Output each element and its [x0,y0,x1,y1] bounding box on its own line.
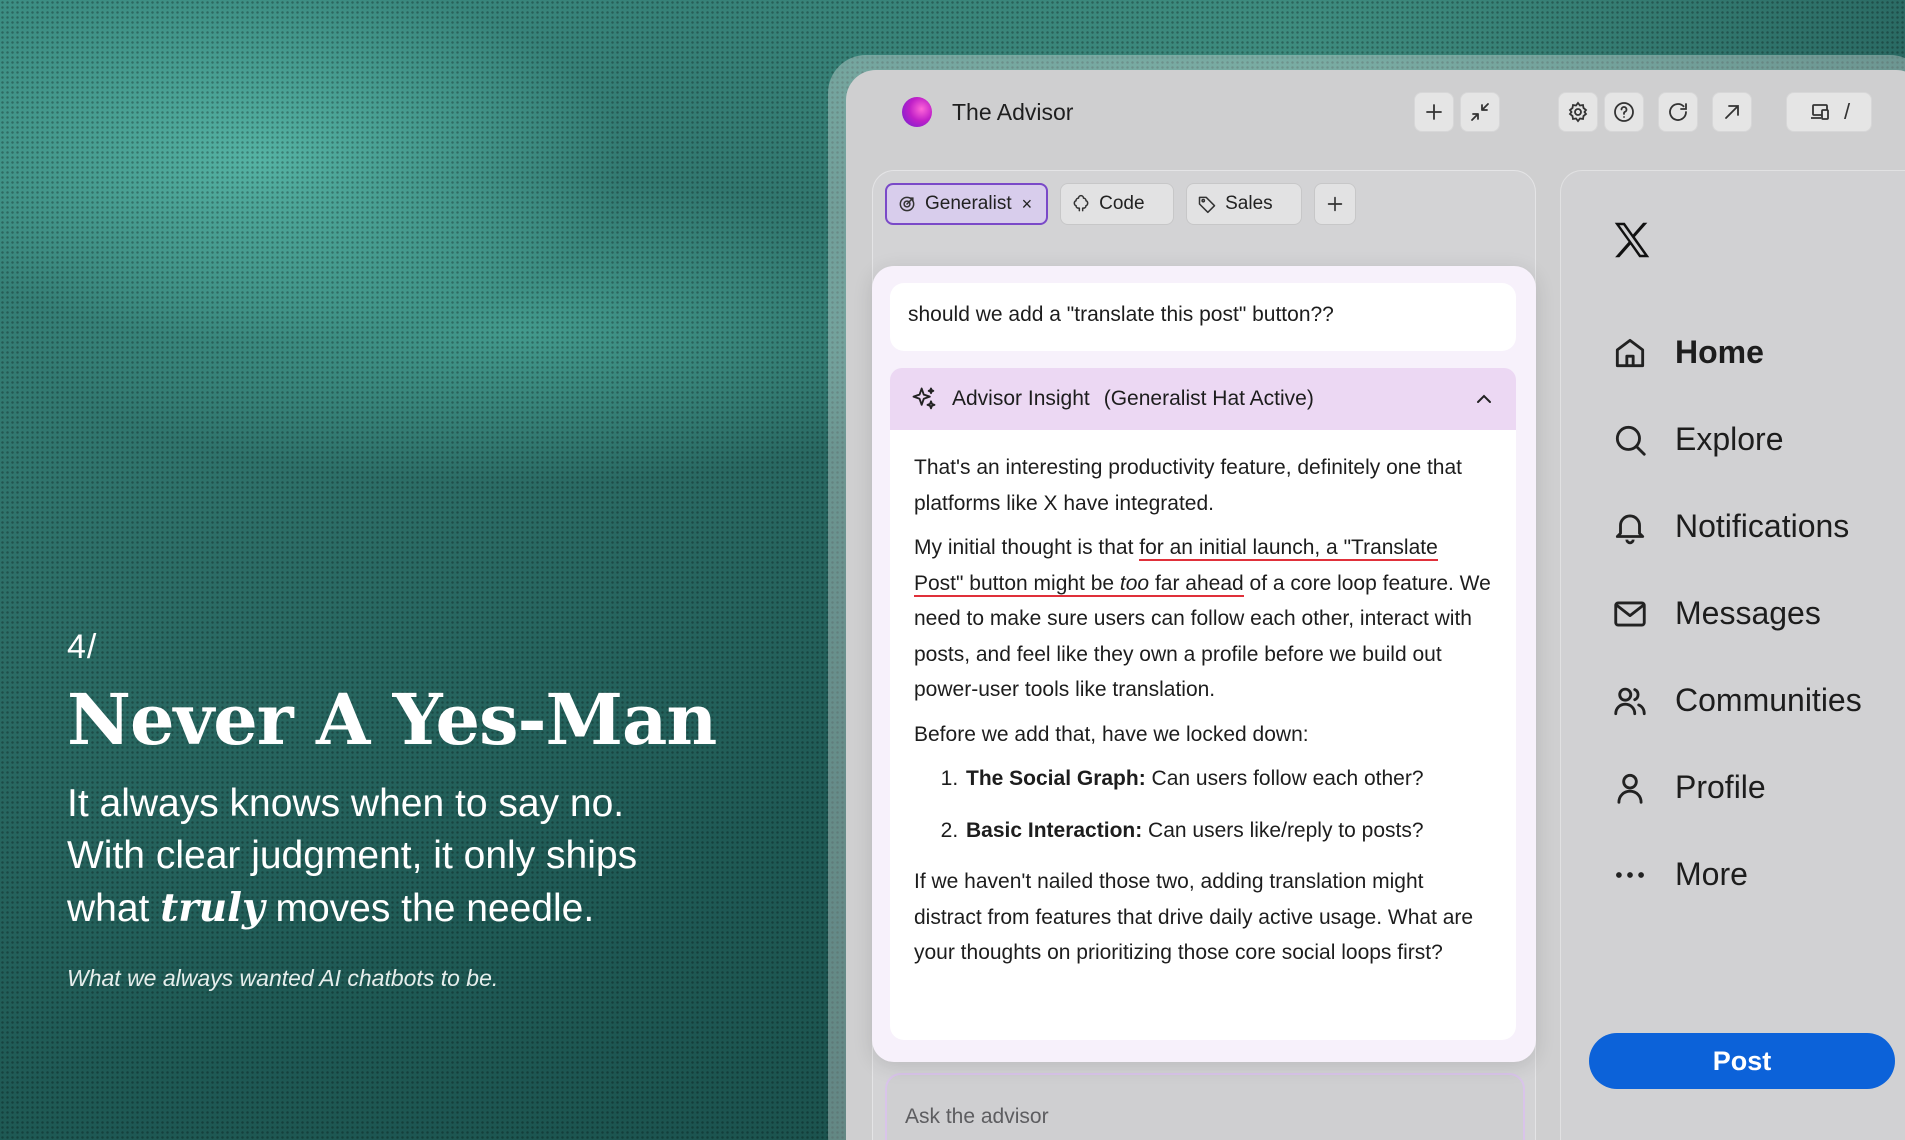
collapse-button[interactable] [1460,92,1500,132]
search-icon [1615,425,1646,456]
list-item-text: Can users follow each other? [1145,767,1424,790]
nav-item-label: Home [1675,334,1764,370]
tab-code-label: Code [1099,193,1145,214]
headline: Never A Yes-Man [67,678,717,761]
advisor-window: The Advisor / Generalist × Code Sales As… [846,70,1905,1140]
sparkle-icon [912,387,936,410]
insight-header[interactable]: Advisor Insight (Generalist Hat Active) [890,368,1516,430]
brain-icon [1073,194,1089,212]
insight-hat: (Generalist Hat Active) [1103,387,1314,410]
target-icon [899,196,915,212]
refresh-icon [1669,103,1687,121]
tab-generalist[interactable]: Generalist × [885,183,1049,225]
nav-item-label: Notifications [1675,508,1850,544]
list-item-title: Basic Interaction: [966,818,1143,842]
tab-generalist-label: Generalist [925,193,1012,214]
collapse-icon [1471,103,1489,121]
nav-item-home[interactable]: Home [1611,309,1862,396]
nav-item-label: Messages [1675,595,1821,631]
insight-paragraph-2: My initial thought is that for an initia… [914,530,1492,708]
nav-item-label: Profile [1675,769,1766,805]
post-button[interactable]: Post [1589,1033,1895,1089]
subheadline-line-3: what truly moves the needle. [67,882,767,935]
ask-input[interactable]: Ask the advisor [885,1073,1525,1140]
shortcut-key: / [1843,99,1851,124]
tab-sales-label: Sales [1225,193,1273,214]
person-icon [1617,773,1643,804]
x-sidebar: Home Explore Notifications Messages Comm… [1560,170,1905,1140]
insight-paragraph-3: Before we add that, have we locked down: [914,722,1309,746]
plus-icon [1327,196,1343,212]
people-icon [1614,687,1646,715]
title-bar: The Advisor / [846,70,1905,154]
mail-icon [1614,600,1646,627]
insight-body: That's an interesting productivity featu… [890,430,1516,1040]
highlight-text-end: far ahead [1149,571,1244,595]
list-item-title: The Social Graph: [966,767,1146,790]
slide-number: 4/ [67,628,98,666]
nav-item-explore[interactable]: Explore [1611,396,1862,483]
devices-icon [1810,104,1829,120]
nav-item-label: Explore [1675,421,1784,457]
chat-card: should we add a "translate this post" bu… [872,266,1536,1062]
help-icon [1614,102,1634,122]
app-title: The Advisor [952,99,1074,125]
chevron-up-icon[interactable] [1472,387,1496,411]
tab-sales[interactable]: Sales [1186,183,1303,225]
subheadline-line-2: With clear judgment, it only ships [67,834,638,877]
external-link-icon [1725,105,1739,119]
subheadline-emphasis: truly [160,885,265,931]
promo-text: 4/ Never A Yes-Man It always knows when … [67,628,767,992]
tagline: What we always wanted AI chatbots to be. [67,965,499,991]
new-chat-button[interactable] [1414,92,1454,132]
nav-item-notifications[interactable]: Notifications [1611,483,1862,570]
x-logo-icon[interactable] [1609,217,1655,263]
plus-icon [1426,104,1442,120]
list-item: Basic Interaction: Can users like/reply … [964,813,1492,849]
hat-tabs: Generalist × Code Sales [885,183,1357,225]
checklist: The Social Graph: Can users follow each … [914,761,1492,848]
subheadline-line-1: It always knows when to say no. [67,782,625,825]
nav-item-more[interactable]: More [1611,831,1862,918]
bell-icon [1615,514,1645,544]
gear-icon [1568,101,1588,123]
insight-paragraph-4: If we haven't nailed those two, adding t… [914,870,1474,964]
list-item: The Social Graph: Can users follow each … [964,761,1492,797]
refresh-button[interactable] [1658,92,1698,132]
settings-button[interactable] [1558,92,1598,132]
nav-item-label: More [1675,856,1748,892]
subheadline-line-3-pre: what [67,887,161,930]
app-logo-icon [902,97,932,127]
device-toggle-button[interactable]: / [1786,92,1872,132]
open-external-button[interactable] [1712,92,1752,132]
user-message: should we add a "translate this post" bu… [890,283,1516,351]
more-icon [1616,871,1644,878]
subheadline: It always knows when to say no. With cle… [67,778,767,935]
tab-code[interactable]: Code [1060,183,1175,225]
help-button[interactable] [1604,92,1644,132]
nav-item-profile[interactable]: Profile [1611,744,1862,831]
nav-item-label: Communities [1675,682,1862,718]
nav-item-communities[interactable]: Communities [1611,657,1862,744]
insight-title: Advisor Insight [952,387,1090,410]
tag-icon [1198,196,1216,214]
list-item-text: Can users like/reply to posts? [1142,818,1424,842]
x-nav: Home Explore Notifications Messages Comm… [1611,309,1862,918]
home-icon [1615,338,1645,367]
insight-paragraph-2-pre: My initial thought is that [914,536,1140,559]
subheadline-line-3-post: moves the needle. [264,887,595,930]
close-icon[interactable]: × [1022,194,1033,215]
nav-item-messages[interactable]: Messages [1611,570,1862,657]
add-tab-button[interactable] [1314,183,1357,225]
insight-paragraph-1: That's an interesting productivity featu… [914,456,1462,515]
highlight-emphasis: too [1119,571,1150,595]
